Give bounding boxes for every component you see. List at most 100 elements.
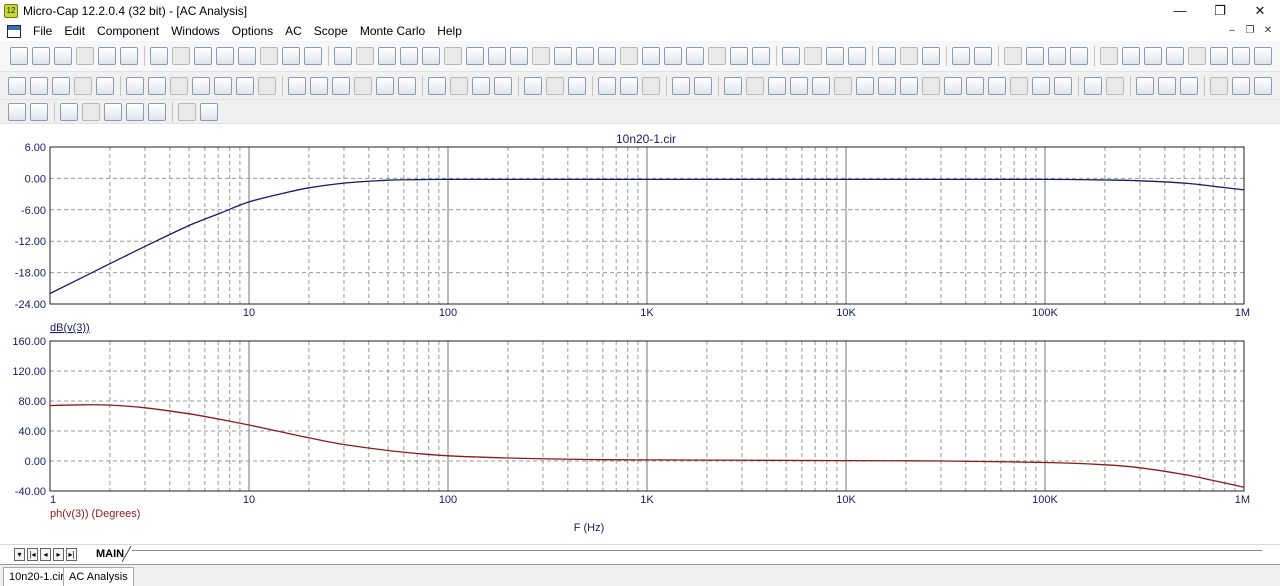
main-toolbar-button-icon[interactable] [1048, 47, 1066, 65]
align-toolbar-button-icon[interactable] [126, 103, 144, 121]
analysis-toolbar-button-icon[interactable] [450, 77, 468, 95]
main-toolbar-button-icon[interactable] [974, 47, 992, 65]
main-toolbar-button-icon[interactable] [32, 47, 50, 65]
analysis-toolbar-button-icon[interactable] [258, 77, 276, 95]
main-toolbar-button-icon[interactable] [730, 47, 748, 65]
main-toolbar-button-icon[interactable] [752, 47, 770, 65]
analysis-toolbar-button-icon[interactable] [1010, 77, 1028, 95]
analysis-toolbar-button-icon[interactable] [192, 77, 210, 95]
analysis-toolbar-button-icon[interactable] [944, 77, 962, 95]
analysis-toolbar-button-icon[interactable] [900, 77, 918, 95]
analysis-toolbar-button-icon[interactable] [834, 77, 852, 95]
analysis-toolbar-button-icon[interactable] [52, 77, 70, 95]
analysis-toolbar-button-icon[interactable] [620, 77, 638, 95]
analysis-toolbar-button-icon[interactable] [1054, 77, 1072, 95]
analysis-toolbar-button-icon[interactable] [642, 77, 660, 95]
next-page-icon[interactable]: ▸ [53, 548, 64, 561]
main-toolbar-button-icon[interactable] [1122, 47, 1140, 65]
analysis-toolbar-button-icon[interactable] [236, 77, 254, 95]
analysis-toolbar-button-icon[interactable] [214, 77, 232, 95]
analysis-toolbar-button-icon[interactable] [922, 77, 940, 95]
analysis-toolbar-button-icon[interactable] [1232, 77, 1250, 95]
analysis-toolbar-button-icon[interactable] [494, 77, 512, 95]
main-toolbar-button-icon[interactable] [120, 47, 138, 65]
main-toolbar-button-icon[interactable] [422, 47, 440, 65]
main-toolbar-button-icon[interactable] [1070, 47, 1088, 65]
main-toolbar-button-icon[interactable] [54, 47, 72, 65]
main-toolbar-button-icon[interactable] [334, 47, 352, 65]
analysis-toolbar-button-icon[interactable] [856, 77, 874, 95]
main-toolbar-button-icon[interactable] [304, 47, 322, 65]
main-toolbar-button-icon[interactable] [172, 47, 190, 65]
analysis-toolbar-button-icon[interactable] [746, 77, 764, 95]
analysis-toolbar-button-icon[interactable] [148, 77, 166, 95]
align-toolbar-button-icon[interactable] [148, 103, 166, 121]
menu-options[interactable]: Options [226, 21, 279, 41]
align-toolbar-button-icon[interactable] [8, 103, 26, 121]
analysis-toolbar-button-icon[interactable] [966, 77, 984, 95]
align-toolbar-button-icon[interactable] [178, 103, 196, 121]
main-toolbar-button-icon[interactable] [598, 47, 616, 65]
doc-tab-circuit[interactable]: 10n20-1.cir [3, 567, 71, 586]
analysis-toolbar-button-icon[interactable] [332, 77, 350, 95]
main-toolbar-button-icon[interactable] [576, 47, 594, 65]
main-toolbar-button-icon[interactable] [532, 47, 550, 65]
align-toolbar-button-icon[interactable] [60, 103, 78, 121]
menu-monte-carlo[interactable]: Monte Carlo [354, 21, 431, 41]
main-toolbar-button-icon[interactable] [260, 47, 278, 65]
menu-ac[interactable]: AC [279, 21, 308, 41]
analysis-toolbar-button-icon[interactable] [598, 77, 616, 95]
first-page-icon[interactable]: |◂ [27, 548, 38, 561]
analysis-toolbar-button-icon[interactable] [310, 77, 328, 95]
analysis-toolbar-button-icon[interactable] [672, 77, 690, 95]
analysis-toolbar-button-icon[interactable] [1136, 77, 1154, 95]
main-toolbar-button-icon[interactable] [1004, 47, 1022, 65]
main-toolbar-button-icon[interactable] [1254, 47, 1272, 65]
main-toolbar-button-icon[interactable] [878, 47, 896, 65]
analysis-toolbar-button-icon[interactable] [524, 77, 542, 95]
main-toolbar-button-icon[interactable] [900, 47, 918, 65]
analysis-toolbar-button-icon[interactable] [1032, 77, 1050, 95]
menu-scope[interactable]: Scope [308, 21, 354, 41]
main-toolbar-button-icon[interactable] [554, 47, 572, 65]
analysis-toolbar-button-icon[interactable] [768, 77, 786, 95]
horizontal-scrollbar[interactable] [132, 550, 1262, 559]
mdi-minimize-icon[interactable]: – [1224, 23, 1240, 38]
mdi-close-icon[interactable]: ✕ [1260, 23, 1276, 38]
analysis-toolbar-button-icon[interactable] [288, 77, 306, 95]
main-toolbar-button-icon[interactable] [1232, 47, 1250, 65]
main-toolbar-button-icon[interactable] [510, 47, 528, 65]
analysis-toolbar-button-icon[interactable] [8, 77, 26, 95]
main-toolbar-button-icon[interactable] [922, 47, 940, 65]
analysis-toolbar-button-icon[interactable] [724, 77, 742, 95]
menu-help[interactable]: Help [431, 21, 468, 41]
main-toolbar-button-icon[interactable] [10, 47, 28, 65]
analysis-toolbar-button-icon[interactable] [398, 77, 416, 95]
main-toolbar-button-icon[interactable] [356, 47, 374, 65]
analysis-toolbar-button-icon[interactable] [1158, 77, 1176, 95]
menu-file[interactable]: File [27, 21, 58, 41]
main-toolbar-button-icon[interactable] [1210, 47, 1228, 65]
mdi-restore-icon[interactable]: ❐ [1242, 23, 1258, 38]
page-menu-icon[interactable]: ▾ [14, 548, 25, 561]
analysis-toolbar-button-icon[interactable] [376, 77, 394, 95]
lower-plot-ylabel[interactable]: ph(v(3)) (Degrees) [50, 508, 140, 520]
main-toolbar-button-icon[interactable] [1144, 47, 1162, 65]
main-toolbar-button-icon[interactable] [194, 47, 212, 65]
analysis-toolbar-button-icon[interactable] [546, 77, 564, 95]
main-toolbar-button-icon[interactable] [686, 47, 704, 65]
main-toolbar-button-icon[interactable] [848, 47, 866, 65]
doc-tab-ac-analysis[interactable]: AC Analysis [63, 567, 134, 586]
analysis-toolbar-button-icon[interactable] [1084, 77, 1102, 95]
analysis-toolbar-button-icon[interactable] [428, 77, 446, 95]
analysis-toolbar-button-icon[interactable] [988, 77, 1006, 95]
main-toolbar-button-icon[interactable] [1100, 47, 1118, 65]
main-toolbar-button-icon[interactable] [952, 47, 970, 65]
document-icon[interactable] [7, 24, 21, 38]
align-toolbar-button-icon[interactable] [104, 103, 122, 121]
main-toolbar-button-icon[interactable] [466, 47, 484, 65]
align-toolbar-button-icon[interactable] [82, 103, 100, 121]
main-toolbar-button-icon[interactable] [444, 47, 462, 65]
main-toolbar-button-icon[interactable] [98, 47, 116, 65]
menu-windows[interactable]: Windows [165, 21, 226, 41]
